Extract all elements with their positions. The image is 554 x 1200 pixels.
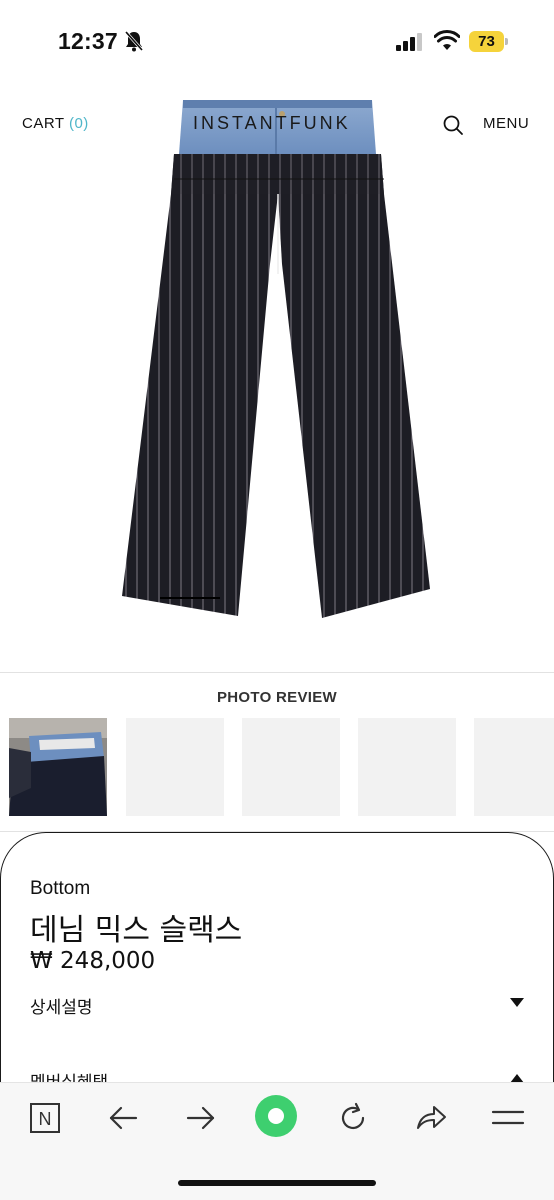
menu-link[interactable]: MENU [483, 115, 529, 132]
home-indicator [178, 1180, 376, 1186]
back-arrow-icon[interactable] [106, 1101, 140, 1135]
hamburger-menu-icon[interactable] [491, 1101, 525, 1135]
review-photo-placeholder[interactable] [474, 718, 554, 816]
review-photo-placeholder[interactable] [358, 718, 456, 816]
bell-slash-icon [124, 31, 144, 52]
brand-logo[interactable]: INSTANTFUNK [193, 113, 351, 134]
review-photo-image [9, 718, 107, 816]
chevron-down-icon[interactable] [510, 998, 524, 1007]
product-price: ₩ 248,000 [30, 948, 156, 974]
detail-description-toggle[interactable]: 상세설명 [30, 993, 93, 1018]
battery-level: 73 [469, 31, 504, 52]
forward-arrow-icon[interactable] [184, 1101, 218, 1135]
wifi-icon [434, 30, 460, 50]
product-category: Bottom [30, 878, 91, 899]
cart-count: (0) [68, 115, 89, 132]
naver-icon[interactable]: N [28, 1101, 62, 1135]
product-image[interactable] [0, 84, 554, 664]
battery-indicator: 73 [469, 31, 508, 52]
share-icon[interactable] [414, 1101, 448, 1135]
review-photo[interactable] [9, 718, 107, 816]
cart-link[interactable]: CART (0) [22, 115, 89, 132]
status-bar: 12:37 73 [0, 0, 554, 84]
refresh-icon[interactable] [336, 1101, 370, 1135]
cart-label: CART [22, 115, 65, 132]
photo-review-title: PHOTO REVIEW [216, 689, 337, 706]
review-photo-placeholder[interactable] [242, 718, 340, 816]
review-photo-placeholder[interactable] [126, 718, 224, 816]
signal-icon [396, 33, 422, 51]
battery-tip [505, 38, 508, 45]
search-icon[interactable] [442, 114, 464, 136]
status-time: 12:37 [58, 28, 118, 54]
naver-letter: N [39, 1109, 52, 1129]
product-name: 데님 믹스 슬랙스 [30, 913, 243, 948]
green-home-icon[interactable] [254, 1094, 298, 1138]
